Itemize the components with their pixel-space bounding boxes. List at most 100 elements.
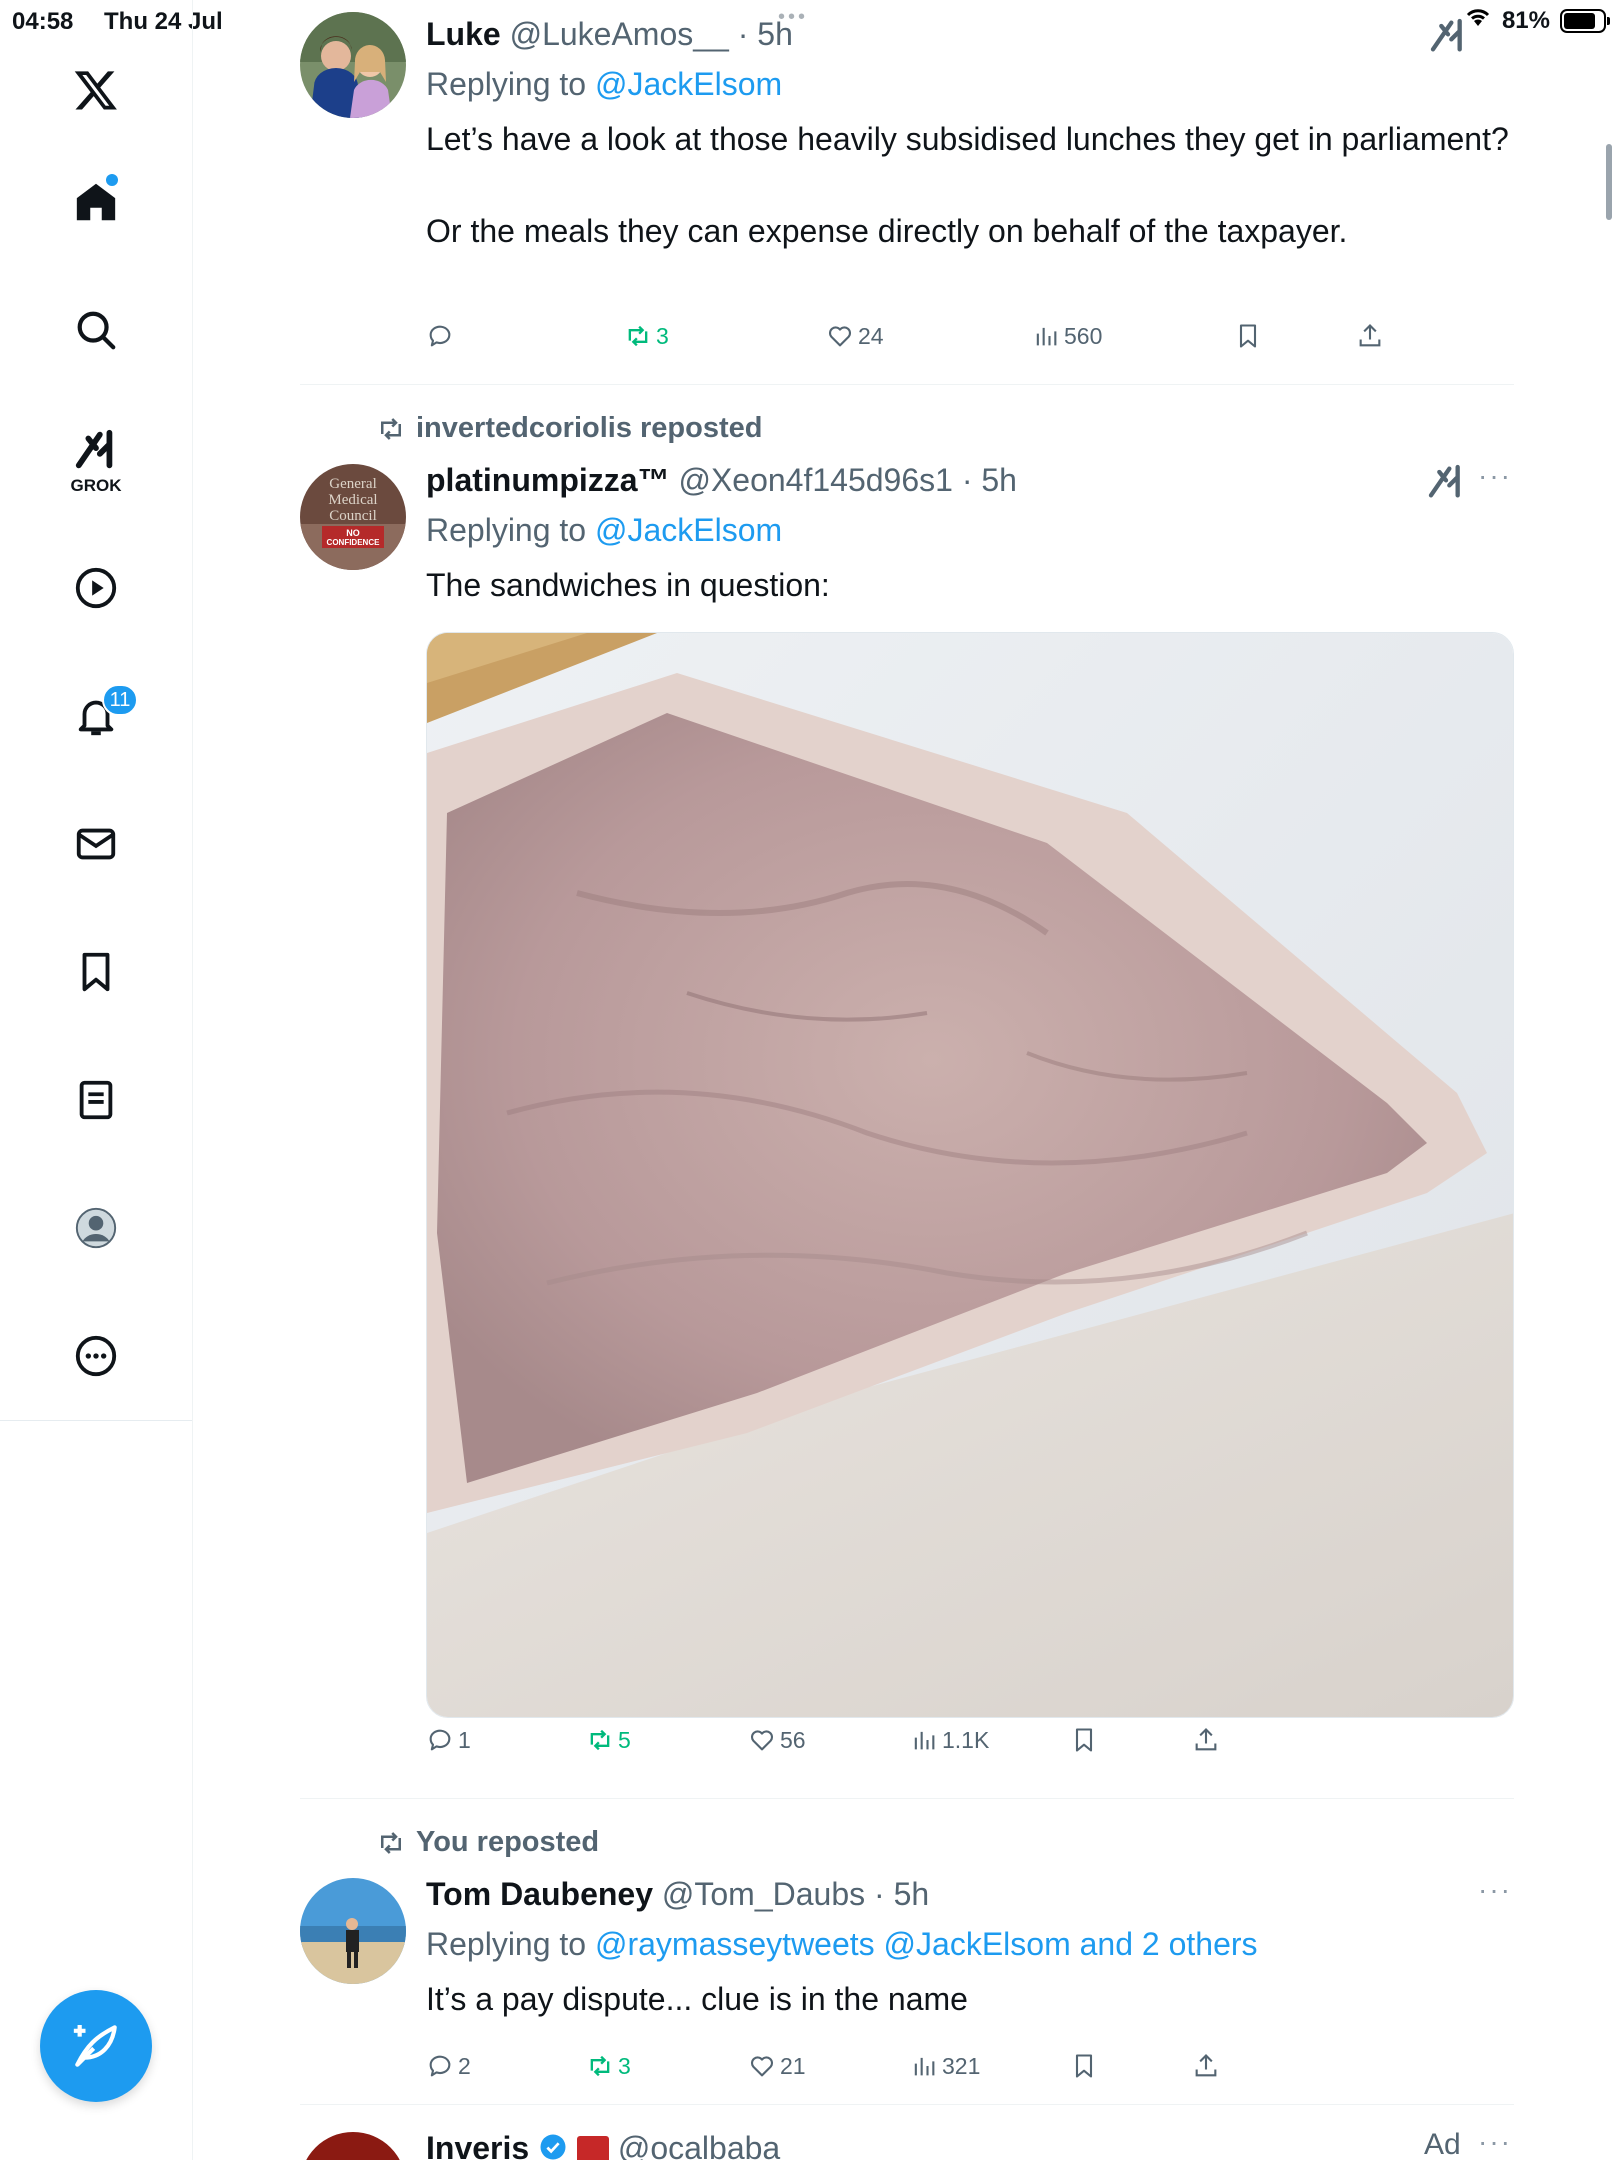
author-name[interactable]: platinumpizza™	[426, 462, 670, 498]
replying-label: Replying to	[426, 512, 587, 548]
more-options-icon[interactable]: ···	[1478, 460, 1512, 492]
tweet-divider	[300, 1798, 1514, 1799]
lists-icon[interactable]	[66, 1070, 126, 1130]
svg-text:CONFIDENCE: CONFIDENCE	[327, 538, 381, 547]
x-logo-icon[interactable]	[66, 60, 126, 120]
reply-icon	[429, 1729, 451, 1751]
repost-count: 3	[618, 2052, 631, 2079]
author-name[interactable]: Luke	[426, 16, 501, 52]
tweet-time[interactable]: · 5h	[874, 1876, 929, 1912]
avatar[interactable]	[300, 2132, 406, 2160]
bookmarks-icon[interactable]	[66, 942, 126, 1002]
bookmark-button[interactable]	[1070, 1720, 1098, 1760]
tweet-header: Tom Daubeney @Tom_Daubs · 5h	[426, 1872, 1514, 1916]
like-button[interactable]: 21	[748, 2046, 806, 2086]
like-count: 21	[780, 2052, 806, 2079]
video-icon[interactable]	[66, 558, 126, 618]
reposted-by[interactable]: You reposted	[416, 1826, 599, 1859]
compose-button[interactable]	[40, 1990, 152, 2102]
grok-icon[interactable]	[1428, 16, 1468, 56]
timeline: Luke @LukeAmos__ · 5h Replying to @JackE…	[300, 0, 1514, 2160]
author-name[interactable]: Inveris	[426, 2130, 529, 2160]
grok-icon[interactable]	[66, 420, 126, 480]
author-handle[interactable]: @Xeon4f145d96s1	[678, 462, 952, 498]
reply-button[interactable]	[426, 316, 458, 356]
promoted-tweet[interactable]: Inveris @ocalbaba Ad ···	[300, 2122, 1514, 2160]
views-button[interactable]: 321	[910, 2046, 980, 2086]
sidebar: GROK 11	[0, 0, 193, 2160]
svg-text:Council: Council	[329, 508, 377, 524]
views-button[interactable]: 560	[1032, 316, 1102, 356]
share-button[interactable]	[1192, 2046, 1220, 2086]
search-icon[interactable]	[66, 300, 126, 360]
views-count: 1.1K	[942, 1726, 990, 1753]
replying-label: Replying to	[426, 66, 587, 102]
reply-button[interactable]: 1	[426, 1720, 471, 1760]
author-name[interactable]: Tom Daubeney	[426, 1876, 653, 1912]
views-icon	[1036, 327, 1057, 346]
sandwich-photo	[427, 633, 1513, 1717]
reply-count: 2	[458, 2052, 471, 2079]
like-button[interactable]: 24	[826, 316, 884, 356]
tweet[interactable]: You reposted Tom Daubeney @Tom_Daubs · 5…	[300, 1822, 1514, 2104]
tweet-header: platinumpizza™ @Xeon4f145d96s1 · 5h	[426, 458, 1514, 502]
notifications-badge: 11	[102, 684, 138, 716]
views-count: 560	[1064, 322, 1103, 349]
tweet-text: The sandwiches in question:	[426, 567, 830, 603]
repost-icon	[628, 325, 648, 347]
repost-count: 3	[656, 322, 669, 349]
tweet-time[interactable]: · 5h	[738, 16, 793, 52]
avatar[interactable]	[300, 1878, 406, 1984]
reply-button[interactable]: 2	[426, 2046, 471, 2086]
avatar-text: General	[329, 476, 376, 492]
more-options-icon[interactable]: ···	[1478, 1874, 1512, 1906]
heart-icon	[750, 2056, 774, 2077]
replying-to-link[interactable]: @JackElsom	[595, 512, 782, 548]
home-unread-dot	[106, 174, 118, 186]
repost-context: invertedcoriolis reposted	[376, 412, 763, 445]
reposted-by[interactable]: invertedcoriolis reposted	[416, 412, 763, 445]
tweet-image[interactable]	[426, 632, 1514, 1718]
author-handle[interactable]: @LukeAmos__	[510, 16, 729, 52]
compose-feather-icon	[73, 2025, 117, 2067]
repost-button[interactable]: 5	[586, 1720, 631, 1760]
tweet-time[interactable]: · 5h	[962, 462, 1017, 498]
repost-icon	[590, 2055, 610, 2077]
author-handle[interactable]: @Tom_Daubs	[662, 1876, 865, 1912]
heart-icon	[750, 1730, 774, 1751]
reply-count: 1	[458, 1726, 471, 1753]
more-options-icon[interactable]: ···	[1478, 2126, 1512, 2158]
repost-context: You reposted	[376, 1826, 599, 1859]
svg-text:NO: NO	[346, 528, 360, 538]
repost-icon	[381, 1831, 401, 1854]
sidebar-divider	[0, 1420, 192, 1421]
repost-button[interactable]: 3	[586, 2046, 631, 2086]
like-button[interactable]: 56	[748, 1720, 806, 1760]
repost-button[interactable]: 3	[624, 316, 669, 356]
repost-icon	[590, 1729, 610, 1751]
views-icon	[914, 2057, 935, 2076]
share-button[interactable]	[1192, 1720, 1220, 1760]
profile-icon[interactable]	[66, 1198, 126, 1258]
share-button[interactable]	[1356, 316, 1384, 356]
replying-to-link[interactable]: @JackElsom	[595, 66, 782, 102]
messages-icon[interactable]	[66, 814, 126, 874]
tweet[interactable]: invertedcoriolis reposted General Medical…	[300, 408, 1514, 1798]
scrollbar[interactable]	[1606, 144, 1612, 220]
bookmark-icon	[1239, 324, 1257, 348]
tweet[interactable]: Luke @LukeAmos__ · 5h Replying to @JackE…	[300, 12, 1514, 384]
views-icon	[914, 1731, 935, 1750]
replying-to: Replying to @JackElsom	[426, 508, 1514, 552]
heart-icon	[828, 326, 852, 347]
avatar[interactable]	[300, 12, 406, 118]
views-button[interactable]: 1.1K	[910, 1720, 989, 1760]
avatar[interactable]: General Medical Council NO CONFIDENCE	[300, 464, 406, 570]
replying-to: Replying to @JackElsom	[426, 62, 1514, 106]
grok-icon[interactable]	[1426, 462, 1466, 502]
more-icon[interactable]	[66, 1326, 126, 1386]
replying-to-link[interactable]: @raymasseytweets @JackElsom and 2 others	[595, 1926, 1258, 1962]
bookmark-button[interactable]	[1070, 2046, 1098, 2086]
bookmark-button[interactable]	[1234, 316, 1262, 356]
verified-badge-icon	[538, 2129, 568, 2160]
author-handle[interactable]: @ocalbaba	[618, 2130, 780, 2160]
